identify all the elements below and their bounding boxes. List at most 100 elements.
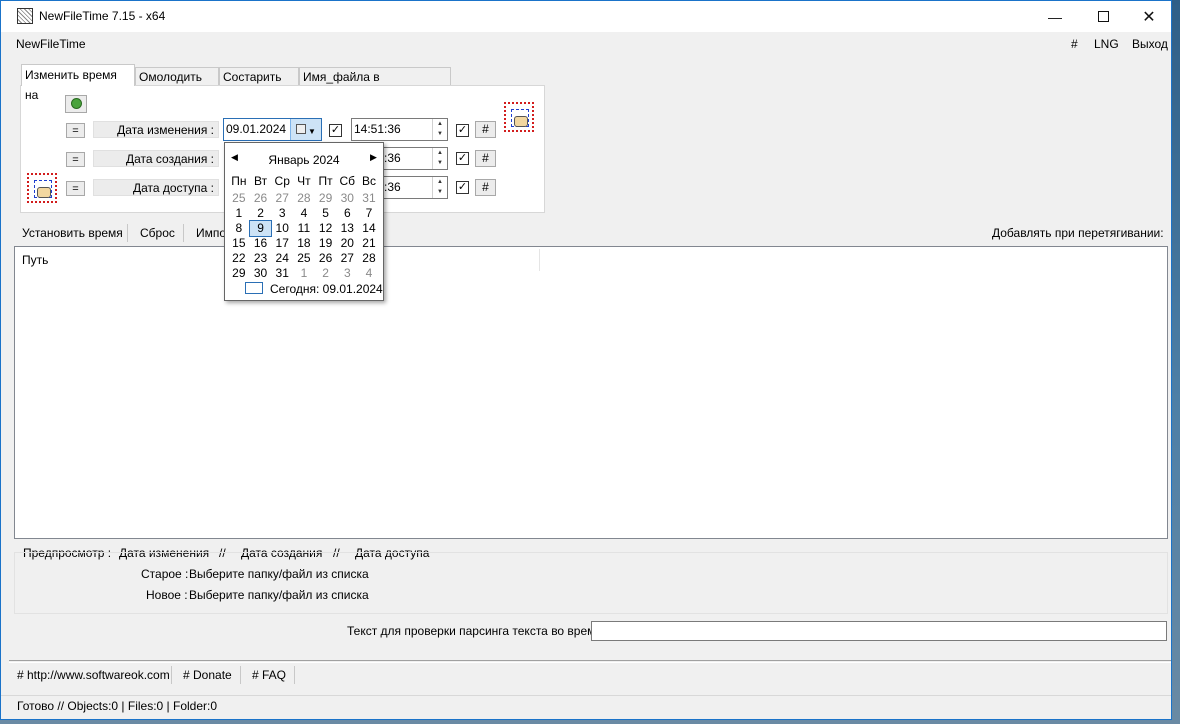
time-spinner-accessed[interactable]: ▲ ▼ (432, 177, 447, 198)
calendar-day[interactable]: 20 (336, 236, 358, 251)
calendar-day[interactable]: 26 (250, 191, 272, 206)
calendar-day[interactable]: 28 (358, 251, 380, 266)
calendar-day[interactable]: 19 (315, 236, 337, 251)
checkbox-modified-time[interactable]: ✓ (456, 124, 469, 137)
calendar-day[interactable]: 6 (336, 206, 358, 221)
equal-button-modified[interactable]: = (66, 123, 85, 138)
calendar-day[interactable]: 4 (293, 206, 315, 221)
calendar-day[interactable]: 12 (315, 221, 337, 236)
time-spinner-created[interactable]: ▲ ▼ (432, 148, 447, 169)
calendar-day[interactable]: 9 (248, 220, 273, 237)
calendar-month-label[interactable]: Январь 2024 (225, 153, 383, 167)
tab-rejuvenate[interactable]: Омолодить на (135, 67, 219, 102)
link-separator (171, 666, 172, 684)
calendar-day[interactable]: 10 (271, 221, 293, 236)
refresh-button[interactable] (65, 95, 87, 113)
calendar-day[interactable]: 1 (293, 266, 315, 281)
preview-new-value: Выберите папку/файл из списка (189, 588, 369, 602)
checkbox-modified-date[interactable]: ✓ (329, 124, 342, 137)
tab-filename-to-time[interactable]: Имя_файла в время_файла (299, 67, 451, 102)
calendar-day[interactable]: 23 (250, 251, 272, 266)
hash-button-created[interactable]: # (475, 150, 496, 167)
calendar-day[interactable]: 15 (228, 236, 250, 251)
calendar-week-row: 15 16 17 18 19 20 21 (228, 236, 380, 251)
menu-hash[interactable]: # (1071, 37, 1078, 51)
calendar-day[interactable]: 3 (271, 206, 293, 221)
checkbox-accessed-time[interactable]: ✓ (456, 181, 469, 194)
calendar-day[interactable]: 8 (228, 221, 250, 236)
equal-button-created[interactable]: = (66, 152, 85, 167)
calendar-day[interactable]: 25 (228, 191, 250, 206)
calendar-day[interactable]: 2 (315, 266, 337, 281)
calendar-day[interactable]: 26 (315, 251, 337, 266)
calendar-day[interactable]: 18 (293, 236, 315, 251)
time-spinner-modified[interactable]: ▲ ▼ (432, 119, 447, 140)
calendar-day[interactable]: 27 (336, 251, 358, 266)
faq-link[interactable]: # FAQ (252, 668, 286, 682)
tab-age[interactable]: Состарить на (219, 67, 299, 102)
calendar-next-month-button[interactable]: ▶ (370, 152, 377, 163)
checkbox-created-time[interactable]: ✓ (456, 152, 469, 165)
calendar-day[interactable]: 11 (293, 221, 315, 236)
calendar-day[interactable]: 7 (358, 206, 380, 221)
label-created-date: Дата создания : (93, 150, 219, 167)
time-field-modified[interactable]: 14:51:36 ▲ ▼ (351, 118, 448, 141)
calendar-day[interactable]: 3 (336, 266, 358, 281)
calendar-day[interactable]: 14 (358, 221, 380, 236)
parse-input[interactable] (591, 621, 1167, 641)
status-text: Готово // Objects:0 | Files:0 | Folder:0 (17, 699, 218, 713)
maximize-button[interactable] (1080, 1, 1126, 32)
menu-exit[interactable]: Выход (1132, 37, 1168, 51)
time-value-accessed: :36 (384, 180, 401, 194)
column-header-path[interactable]: Путь (22, 253, 48, 267)
website-link[interactable]: # http://www.softwareok.com (17, 668, 170, 682)
calendar-weekday: Сб (339, 174, 356, 188)
calendar-day[interactable]: 16 (250, 236, 272, 251)
menu-lng[interactable]: LNG (1094, 37, 1119, 51)
minimize-button[interactable]: — (1032, 1, 1078, 32)
hash-button-modified[interactable]: # (475, 121, 496, 138)
calendar-day[interactable]: 4 (358, 266, 380, 281)
calendar-day[interactable]: 1 (228, 206, 250, 221)
calendar-day[interactable]: 5 (315, 206, 337, 221)
set-time-button[interactable]: Установить время (22, 226, 123, 240)
calendar-day[interactable]: 13 (336, 221, 358, 236)
calendar-day[interactable]: 31 (358, 191, 380, 206)
hash-button-accessed[interactable]: # (475, 179, 496, 196)
calendar-day[interactable]: 25 (293, 251, 315, 266)
calendar-day[interactable]: 17 (271, 236, 293, 251)
calendar-dropdown-button[interactable]: ▼ (290, 119, 321, 140)
drop-target-icon-left[interactable] (27, 173, 57, 203)
calendar-day[interactable]: 29 (315, 191, 337, 206)
equal-button-accessed[interactable]: = (66, 181, 85, 196)
tab-change-time[interactable]: Изменить время на (21, 64, 135, 102)
reset-button[interactable]: Сброс (140, 226, 175, 240)
date-picker-modified[interactable]: 09.01.2024 ▼ (223, 118, 322, 141)
calendar-day[interactable]: 29 (228, 266, 250, 281)
parse-label: Текст для проверки парсинга текста во вр… (347, 624, 602, 638)
calendar-day[interactable]: 2 (250, 206, 272, 221)
time-value-modified: 14:51:36 (354, 122, 401, 136)
calendar-day[interactable]: 28 (293, 191, 315, 206)
column-divider[interactable] (539, 249, 540, 271)
calendar-day[interactable]: 31 (271, 266, 293, 281)
drop-target-icon-right[interactable] (504, 102, 534, 132)
calendar-today-button[interactable]: Сегодня: 09.01.2024 (270, 282, 383, 296)
calendar-day[interactable]: 27 (271, 191, 293, 206)
refresh-icon (71, 98, 82, 109)
menu-app[interactable]: NewFileTime (16, 37, 86, 51)
calendar-day[interactable]: 30 (336, 191, 358, 206)
title-bar[interactable]: NewFileTime 7.15 - x64 — ✕ (1, 1, 1171, 32)
import-button[interactable]: Импо (196, 226, 226, 240)
divider (9, 662, 1171, 663)
calendar-popup[interactable]: ◀ Январь 2024 ▶ Пн Вт Ср Чт Пт Сб Вс 25 26 27 28 2… (224, 142, 384, 301)
calendar-day[interactable]: 22 (228, 251, 250, 266)
donate-link[interactable]: # Donate (183, 668, 232, 682)
close-button[interactable]: ✕ (1126, 1, 1172, 32)
calendar-day[interactable]: 21 (358, 236, 380, 251)
file-list[interactable]: Путь (14, 246, 1168, 539)
calendar-day[interactable]: 30 (250, 266, 272, 281)
calendar-day[interactable]: 24 (271, 251, 293, 266)
time-value-created: :36 (384, 151, 401, 165)
calendar-week-row: 29 30 31 1 2 3 4 (228, 266, 380, 281)
